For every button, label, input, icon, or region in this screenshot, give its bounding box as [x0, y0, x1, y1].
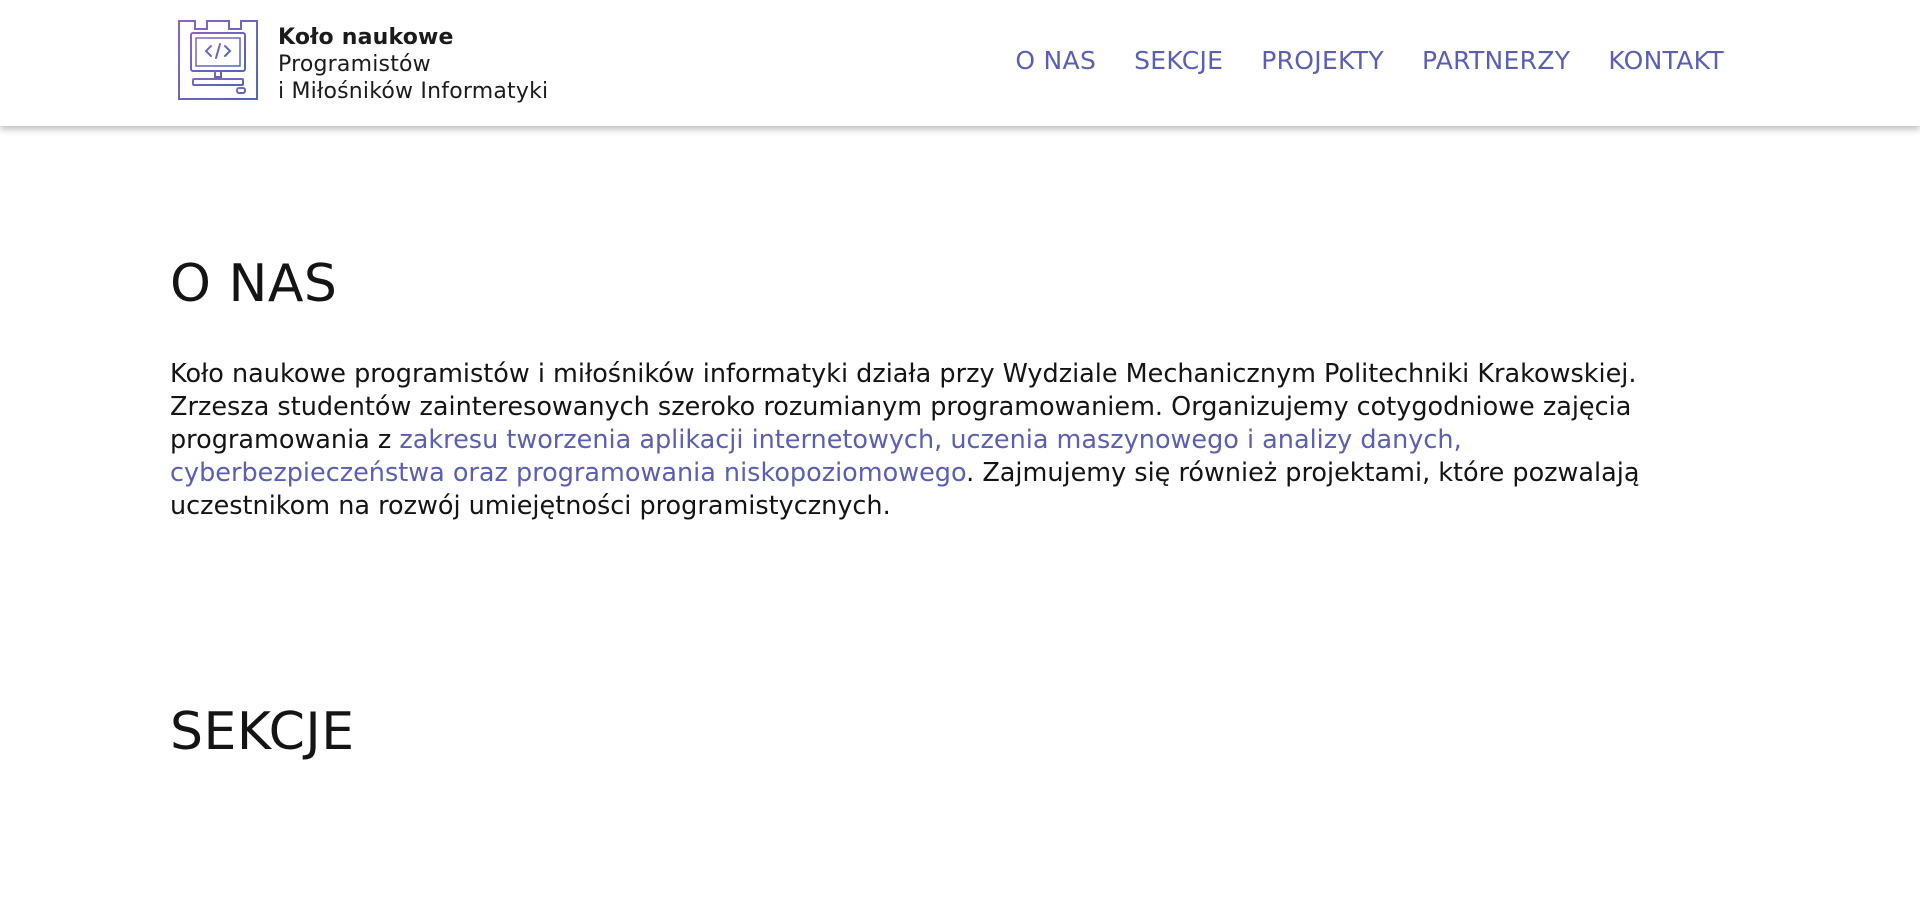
site-header: Koło naukowe Programistów i Miłośników I… [0, 0, 1920, 126]
main-nav: O NAS SEKCJE PROJEKTY PARTNERZY KONTAKT [1015, 46, 1724, 75]
brand-name: Koło naukowe Programistów i Miłośników I… [278, 24, 548, 105]
brand-line-3: i Miłośników Informatyki [278, 79, 549, 104]
brand-line-2: Programistów [278, 52, 431, 77]
brand-line-1: Koło naukowe [278, 25, 454, 50]
code-monitor-tower-icon [178, 20, 258, 100]
sections-heading: SEKCJE [170, 702, 355, 762]
nav-item-o-nas[interactable]: O NAS [1015, 46, 1096, 75]
nav-item-sekcje[interactable]: SEKCJE [1134, 46, 1223, 75]
about-paragraph: Koło naukowe programistów i miłośników i… [170, 358, 1730, 523]
nav-item-partnerzy[interactable]: PARTNERZY [1422, 46, 1570, 75]
about-heading: O NAS [170, 254, 338, 314]
nav-item-projekty[interactable]: PROJEKTY [1261, 46, 1384, 75]
brand-home-link[interactable]: Koło naukowe Programistów i Miłośników I… [177, 19, 548, 105]
nav-item-kontakt[interactable]: KONTAKT [1608, 46, 1724, 75]
